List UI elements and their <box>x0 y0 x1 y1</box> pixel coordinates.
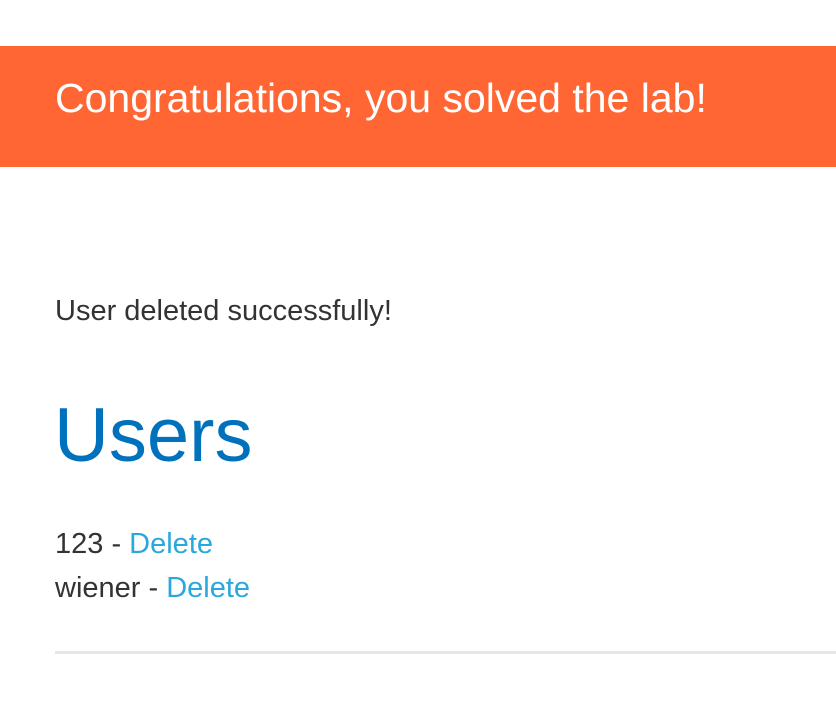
divider <box>55 651 836 654</box>
list-item: 123 - Delete <box>55 522 250 566</box>
delete-user-link[interactable]: Delete <box>129 528 213 560</box>
status-message: User deleted successfully! <box>55 295 392 327</box>
separator: - <box>103 528 130 560</box>
separator: - <box>140 572 167 604</box>
user-list: 123 - Delete wiener - Delete <box>55 522 250 610</box>
lab-solved-banner: Congratulations, you solved the lab! <box>0 46 836 167</box>
delete-user-link[interactable]: Delete <box>166 572 250 604</box>
page-title: Users <box>54 393 253 478</box>
list-item: wiener - Delete <box>55 566 250 610</box>
username: wiener <box>55 572 141 604</box>
banner-message: Congratulations, you solved the lab! <box>55 75 707 121</box>
username: 123 <box>55 528 104 560</box>
